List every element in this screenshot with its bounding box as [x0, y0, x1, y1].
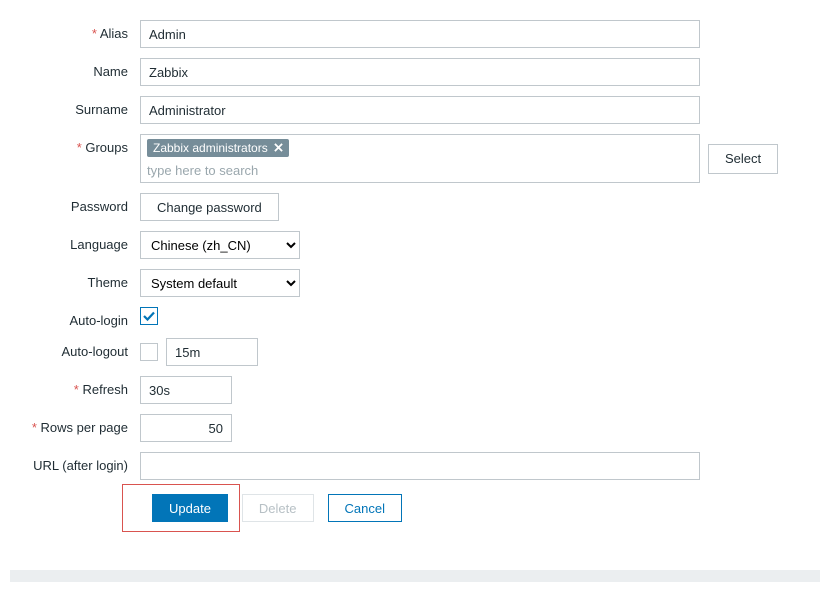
- groups-label: Groups: [10, 134, 140, 155]
- update-button[interactable]: Update: [152, 494, 228, 522]
- name-label: Name: [10, 58, 140, 79]
- refresh-label: Refresh: [10, 376, 140, 397]
- rows-per-page-label: Rows per page: [10, 414, 140, 435]
- remove-tag-icon[interactable]: [274, 141, 283, 155]
- cancel-button[interactable]: Cancel: [328, 494, 402, 522]
- select-groups-button[interactable]: Select: [708, 144, 778, 174]
- refresh-input[interactable]: [140, 376, 232, 404]
- language-label: Language: [10, 231, 140, 252]
- surname-label: Surname: [10, 96, 140, 117]
- auto-login-label: Auto-login: [10, 307, 140, 328]
- language-select[interactable]: Chinese (zh_CN): [140, 231, 300, 259]
- auto-logout-label: Auto-logout: [10, 338, 140, 359]
- auto-login-checkbox[interactable]: [140, 307, 158, 325]
- groups-search-input[interactable]: [147, 159, 693, 180]
- footer-area: [10, 570, 820, 582]
- check-icon: [142, 309, 156, 323]
- auto-logout-input: [166, 338, 258, 366]
- theme-label: Theme: [10, 269, 140, 290]
- name-input[interactable]: [140, 58, 700, 86]
- password-label: Password: [10, 193, 140, 214]
- theme-select[interactable]: System default: [140, 269, 300, 297]
- alias-input[interactable]: [140, 20, 700, 48]
- group-tag-label: Zabbix administrators: [153, 141, 268, 155]
- surname-input[interactable]: [140, 96, 700, 124]
- auto-logout-checkbox[interactable]: [140, 343, 158, 361]
- url-after-login-label: URL (after login): [10, 452, 140, 473]
- group-tag[interactable]: Zabbix administrators: [147, 139, 289, 157]
- rows-per-page-input[interactable]: [140, 414, 232, 442]
- change-password-button[interactable]: Change password: [140, 193, 279, 221]
- groups-multiselect[interactable]: Zabbix administrators: [140, 134, 700, 183]
- alias-label: Alias: [10, 20, 140, 41]
- url-after-login-input[interactable]: [140, 452, 700, 480]
- delete-button: Delete: [242, 494, 314, 522]
